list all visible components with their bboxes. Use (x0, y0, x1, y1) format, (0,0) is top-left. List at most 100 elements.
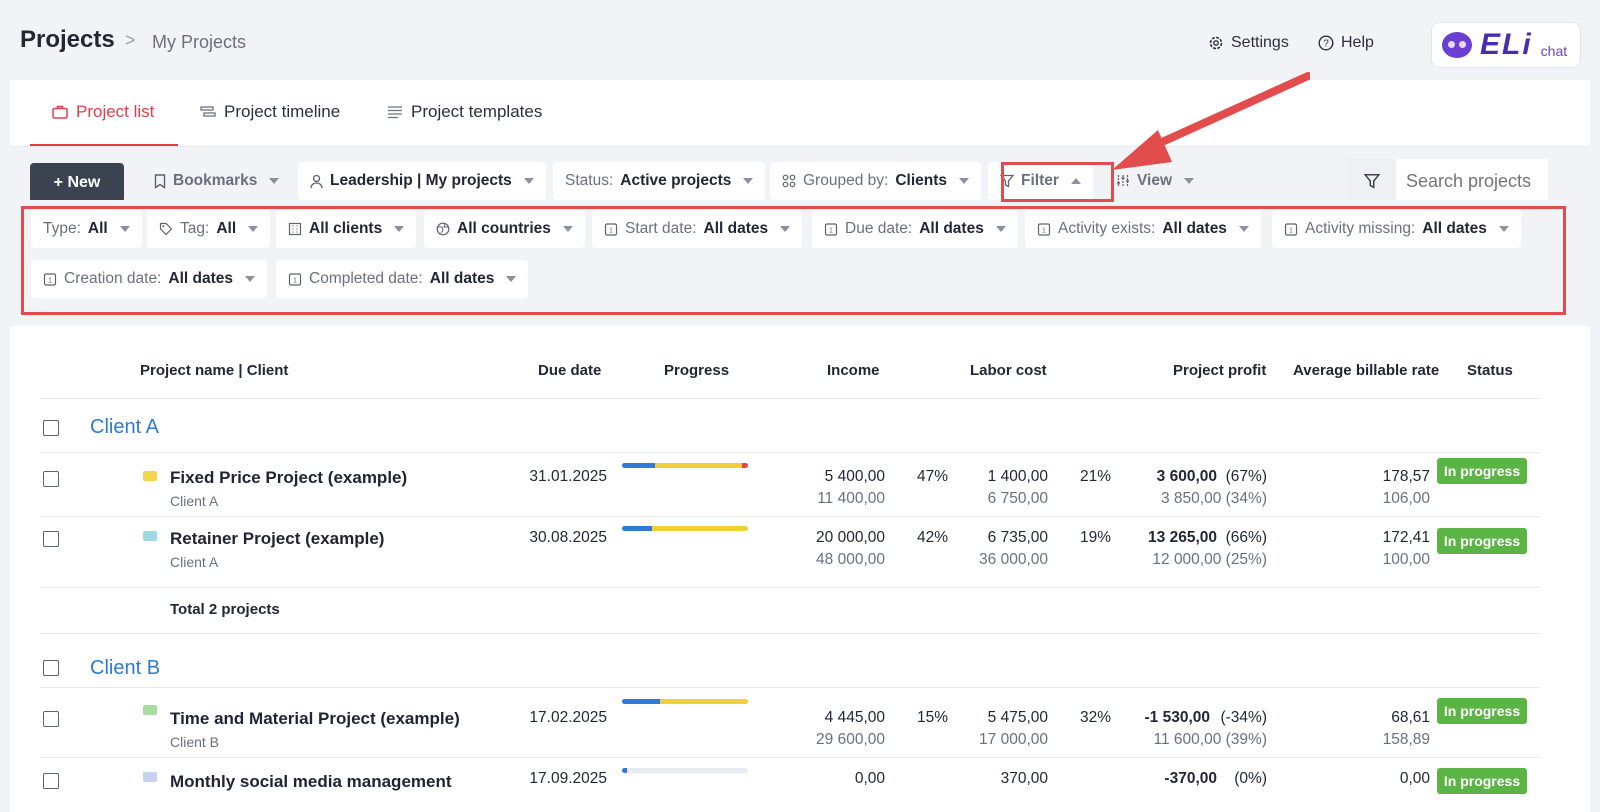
breadcrumb-separator-icon: > (125, 30, 136, 50)
svg-text:1: 1 (829, 228, 833, 235)
income-value: 4 445,00 (824, 709, 885, 726)
tab-project-templates[interactable]: Project templates (387, 102, 542, 122)
filter-toggle-button[interactable]: Filter (988, 162, 1093, 200)
group-checkbox[interactable] (43, 660, 59, 676)
project-client: Client A (170, 493, 219, 509)
new-project-button[interactable]: + New (30, 163, 124, 203)
chevron-down-icon (743, 178, 754, 184)
status-key: Status: (565, 172, 614, 189)
project-name-link[interactable]: Monthly social media management (170, 772, 452, 792)
creation-date-filter[interactable]: 1 Creation date: All dates (31, 260, 267, 298)
header-divider (40, 398, 1540, 399)
profit-percent: (66%) (1225, 529, 1267, 546)
filter-key: Start date: (625, 220, 697, 237)
settings-link[interactable]: Settings (1208, 34, 1289, 52)
filter-value: All dates (703, 220, 769, 237)
column-header-progress[interactable]: Progress (664, 362, 729, 379)
filter-key: Due date: (845, 220, 913, 237)
retainer-icon (143, 531, 157, 541)
labor-value: 1 400,00 (987, 468, 1048, 485)
billable-rate-budget: 106,00 (1382, 490, 1430, 507)
status-dropdown[interactable]: Status: Active projects (553, 162, 766, 200)
search-filter-icon[interactable] (1348, 159, 1396, 203)
filter-value: All dates (168, 270, 233, 287)
page-title[interactable]: Projects (20, 26, 115, 54)
tag-filter[interactable]: Tag: All (147, 210, 271, 248)
bookmarks-dropdown[interactable]: Bookmarks (142, 162, 291, 200)
filter-key: Completed date: (309, 270, 423, 287)
project-name-link[interactable]: Retainer Project (example) (170, 529, 384, 549)
svg-text:1: 1 (609, 228, 613, 235)
search-input[interactable] (1396, 170, 1546, 192)
svg-text:1: 1 (293, 278, 297, 285)
row-checkbox[interactable] (43, 471, 59, 487)
countries-filter[interactable]: All countries (424, 210, 585, 248)
grouped-value: Clients (895, 172, 947, 189)
tab-label: Project list (76, 102, 155, 121)
tab-project-list[interactable]: Project list (52, 102, 154, 122)
view-selector-dropdown[interactable]: Leadership | My projects (298, 162, 546, 200)
row-checkbox[interactable] (43, 711, 59, 727)
column-header-labor[interactable]: Labor cost (970, 362, 1047, 379)
top-bar: Projects > My Projects Settings ? Help E… (0, 0, 1600, 80)
clients-filter[interactable]: All clients (276, 210, 417, 248)
filter-key: Tag: (180, 220, 210, 237)
briefcase-icon (52, 105, 68, 119)
column-header-rate[interactable]: Average billable rate (1293, 362, 1439, 379)
calendar-icon: 1 (43, 273, 57, 286)
client-group-link[interactable]: Client B (90, 657, 160, 680)
project-client: Client A (170, 554, 219, 570)
filter-key: Creation date: (64, 270, 162, 287)
profit-percent: (67%) (1225, 468, 1267, 485)
profit-value: -370,00 (1164, 770, 1217, 787)
chevron-down-icon (1498, 226, 1509, 232)
billable-rate: 172,41 (1382, 529, 1430, 546)
project-name-link[interactable]: Time and Material Project (example) (170, 709, 460, 729)
tab-label: Project templates (411, 102, 543, 121)
calendar-icon: 1 (604, 223, 618, 236)
retainer-icon (143, 772, 157, 782)
client-group-link[interactable]: Client A (90, 416, 159, 439)
column-header-income[interactable]: Income (827, 362, 880, 379)
help-icon: ? (1318, 35, 1334, 51)
eli-chat-button[interactable]: ELi chat (1431, 22, 1581, 68)
filter-key: Activity exists: (1058, 220, 1156, 237)
income-value: 0,00 (854, 770, 885, 787)
eli-chat-label: chat (1540, 43, 1568, 59)
progress-bar (622, 463, 748, 468)
tab-project-timeline[interactable]: Project timeline (200, 102, 340, 122)
billable-rate: 68,61 (1391, 709, 1430, 726)
chevron-down-icon (248, 226, 259, 232)
building-icon (288, 222, 302, 236)
activity-exists-filter[interactable]: 1 Activity exists: All dates (1025, 210, 1261, 248)
project-panel: Project list Project timeline Project te… (10, 80, 1590, 326)
activity-missing-filter[interactable]: 1 Activity missing: All dates (1272, 210, 1521, 248)
row-divider (40, 452, 1540, 453)
due-date-filter[interactable]: 1 Due date: All dates (812, 210, 1018, 248)
status-value: Active projects (620, 172, 732, 189)
due-date: 17.09.2025 (529, 770, 607, 787)
start-date-filter[interactable]: 1 Start date: All dates (592, 210, 803, 248)
grouped-by-dropdown[interactable]: Grouped by: Clients (770, 162, 981, 200)
column-header-status[interactable]: Status (1467, 362, 1513, 379)
group-checkbox[interactable] (43, 420, 59, 436)
column-header-profit[interactable]: Project profit (1173, 362, 1266, 379)
row-checkbox[interactable] (43, 773, 59, 789)
column-header-due[interactable]: Due date (538, 362, 601, 379)
filter-key: Type: (43, 220, 81, 237)
timeline-icon (200, 106, 216, 117)
row-checkbox[interactable] (43, 531, 59, 547)
breadcrumb-my-projects[interactable]: My Projects (152, 32, 246, 53)
progress-bar (622, 768, 748, 773)
svg-text:?: ? (1323, 39, 1329, 50)
bookmarks-label: Bookmarks (173, 172, 258, 189)
billable-rate-budget: 158,89 (1382, 731, 1430, 748)
type-filter[interactable]: Type: All (31, 210, 142, 248)
group-total: Total 2 projects (170, 601, 280, 618)
labor-percent: 21% (1079, 468, 1111, 485)
annotation-arrow-icon (1112, 72, 1310, 170)
project-name-link[interactable]: Fixed Price Project (example) (170, 468, 407, 488)
help-link[interactable]: ? Help (1318, 34, 1374, 52)
column-header-name[interactable]: Project name | Client (140, 362, 288, 379)
completed-date-filter[interactable]: 1 Completed date: All dates (276, 260, 529, 298)
